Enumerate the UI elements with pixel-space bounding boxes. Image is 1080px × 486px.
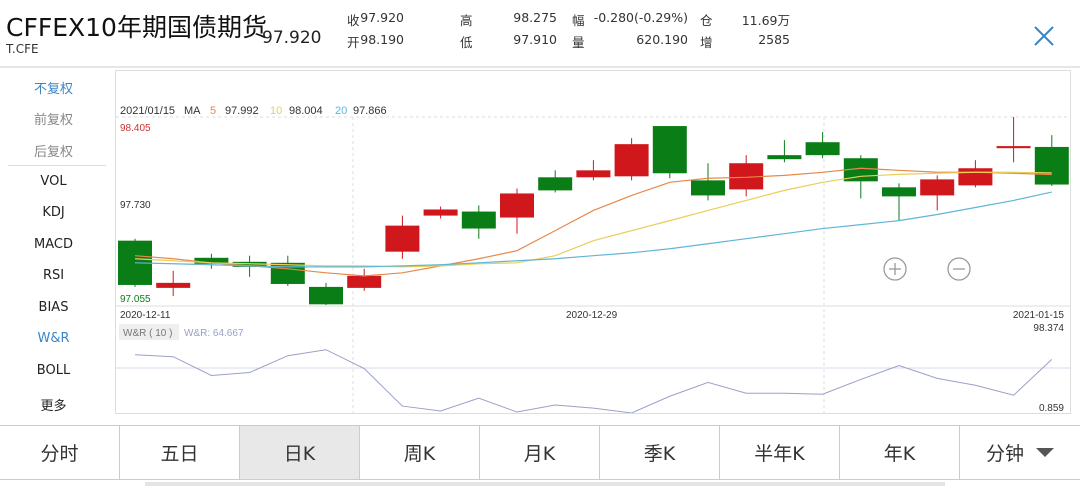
quote-value: 97.910 — [513, 32, 557, 47]
sidebar-item[interactable]: BOLL — [0, 363, 107, 378]
candle-down — [461, 211, 496, 229]
tab-period[interactable]: 半年K — [720, 426, 840, 479]
quote-value: 2585 — [758, 32, 790, 47]
quote-value: 97.920 — [360, 10, 404, 25]
last-price: 97.920 — [262, 28, 322, 48]
price-max-label: 98.405 — [120, 123, 151, 134]
ma20-line — [134, 191, 1052, 268]
quote-label: 高 — [460, 13, 473, 28]
indicator-bottom-label: 0.859 — [1039, 403, 1064, 413]
wr-line — [134, 349, 1053, 414]
quote-label: 量 — [572, 35, 585, 50]
candle-up — [614, 144, 649, 177]
tab-period[interactable]: 日K — [240, 426, 360, 479]
legend-ma10-value: 98.004 — [289, 105, 323, 117]
tab-period[interactable]: 分钟 — [960, 426, 1080, 479]
tab-label: 年K — [883, 443, 916, 465]
sidebar-divider — [8, 165, 106, 166]
quote-label: 增 — [700, 35, 713, 50]
sidebar-item[interactable]: 后复权 — [0, 141, 107, 160]
close-icon[interactable] — [1033, 25, 1055, 47]
indicator-name: W&R ( 10 ) — [123, 328, 172, 339]
kline-chart[interactable]: 2021/01/15 MA 5 97.992 10 98.004 20 97.866 98.40… — [115, 70, 1071, 414]
sidebar-item[interactable]: KDJ — [0, 205, 107, 220]
candle-up — [920, 179, 955, 196]
tab-period[interactable]: 月K — [480, 426, 600, 479]
x-label-end: 2021-01-15 — [1013, 310, 1065, 321]
tab-label: 分时 — [40, 443, 79, 465]
candle-up — [500, 193, 534, 218]
ma5-line — [134, 167, 1052, 277]
price-min-label: 97.055 — [120, 294, 151, 305]
instrument-code: T.CFE — [6, 42, 39, 56]
tab-label: 半年K — [754, 443, 805, 465]
candle-down — [1034, 146, 1069, 185]
sidebar-item[interactable]: W&R — [0, 331, 107, 346]
quote-label: 低 — [460, 35, 473, 50]
sidebar-item[interactable]: BIAS — [0, 300, 107, 315]
sidebar-item[interactable]: 更多 — [0, 395, 107, 414]
candle-up — [423, 209, 458, 216]
sidebar-item[interactable]: MACD — [0, 237, 107, 252]
tab-period[interactable]: 五日 — [120, 426, 240, 479]
candle-up — [347, 275, 382, 288]
quote-header: CFFEX10年期国债期货 T.CFE 97.920 收 97.920 高 98.27… — [0, 0, 1080, 68]
quote-label: 仓 — [700, 13, 713, 28]
candle-up — [385, 225, 420, 252]
tab-period[interactable]: 季K — [600, 426, 720, 479]
tab-label: 季K — [643, 443, 676, 465]
quote-label: 收 — [347, 13, 360, 28]
quote-value: -0.280(-0.29%) — [593, 10, 688, 25]
tab-period[interactable]: 周K — [360, 426, 480, 479]
quote-value: 98.275 — [513, 10, 557, 25]
candle-down — [309, 286, 343, 305]
period-tabs: 分时 五日 日K 周K 月K 季K 半年K 年K 分钟 — [0, 425, 1080, 480]
quote-value: 620.190 — [636, 32, 688, 47]
quote-value: 98.190 — [360, 32, 404, 47]
candle-down — [805, 142, 840, 156]
candle-up — [156, 282, 191, 288]
x-label-start: 2020-12-11 — [120, 310, 171, 321]
chevron-down-icon[interactable] — [1036, 448, 1054, 457]
legend-ma10-label: 10 — [270, 105, 282, 117]
quote-label: 开 — [347, 35, 360, 50]
candle-down — [882, 187, 916, 197]
tab-label: 日K — [283, 443, 316, 465]
tab-label: 月K — [523, 443, 556, 465]
legend-ma20-label: 20 — [335, 105, 347, 117]
candle-down — [538, 177, 573, 191]
instrument-title: CFFEX10年期国债期货 — [6, 13, 267, 42]
candle-up — [996, 146, 1031, 149]
candle-down — [767, 155, 802, 160]
candle-down — [691, 180, 725, 196]
candle-up — [958, 168, 993, 186]
sidebar-item[interactable]: 前复权 — [0, 109, 107, 128]
legend-ma5-value: 97.992 — [225, 105, 259, 117]
legend-date: 2021/01/15 — [120, 105, 175, 117]
tab-label: 周K — [403, 443, 436, 465]
tab-label: 五日 — [160, 443, 199, 465]
legend-ma20-value: 97.866 — [353, 105, 387, 117]
candle-up — [576, 170, 611, 178]
price-mid-label: 97.730 — [120, 200, 151, 211]
ma10-line — [134, 171, 1052, 268]
candle-down — [652, 126, 687, 174]
x-label-mid: 2020-12-29 — [566, 310, 618, 321]
legend-ma: MA — [184, 105, 201, 117]
sidebar-item[interactable]: VOL — [0, 174, 107, 189]
horizontal-scrollbar[interactable] — [145, 482, 945, 486]
legend-ma5-label: 5 — [210, 105, 216, 117]
indicator-value: W&R: 64.667 — [184, 328, 244, 339]
tab-period[interactable]: 分时 — [0, 426, 120, 479]
indicator-top-label: 98.374 — [1033, 323, 1064, 334]
tab-period[interactable]: 年K — [840, 426, 960, 479]
quote-label: 幅 — [572, 13, 585, 28]
tab-label: 分钟 — [985, 443, 1024, 465]
sidebar-item[interactable]: 不复权 — [0, 78, 107, 97]
quote-value: 11.69万 — [741, 13, 790, 28]
sidebar-item[interactable]: RSI — [0, 268, 107, 283]
